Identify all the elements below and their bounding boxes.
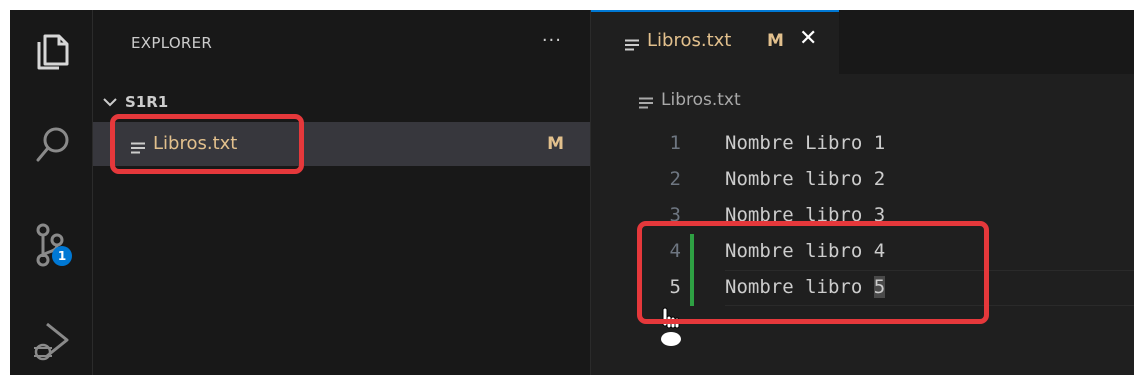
explorer-title: EXPLORER [131,34,213,52]
close-icon[interactable]: ✕ [799,28,817,50]
breadcrumb[interactable]: Libros.txt [639,90,741,110]
tab-bar: Libros.txt M ✕ [591,10,1134,74]
folder-s1r1[interactable]: S1R1 [103,90,168,114]
tab-label: Libros.txt [647,30,732,51]
code-line[interactable]: 1 Nombre Libro 1 [591,126,1134,162]
source-control-icon[interactable]: 1 [23,216,79,272]
activity-bar: 1 [10,10,92,375]
tab-libros[interactable]: Libros.txt M ✕ [591,10,839,74]
text-file-icon [639,94,653,109]
file-modified-status: M [547,134,564,154]
line-number: 3 [669,204,681,222]
code-line[interactable]: 2 Nombre libro 2 [591,162,1134,198]
search-icon[interactable] [23,118,79,174]
more-actions-button[interactable]: ··· [542,30,562,51]
line-text: Nombre libro 3 [725,204,886,222]
vscode-window: 1 EXPLORER ··· S1R1 Libros.txt M Libros.… [10,10,1134,375]
files-icon[interactable] [23,20,79,76]
chevron-down-icon [103,93,117,111]
tab-modified-status: M [767,31,784,51]
breadcrumb-file: Libros.txt [661,90,741,110]
highlight-file-item [110,114,304,174]
source-control-badge: 1 [52,246,72,266]
text-file-icon [625,35,639,50]
highlight-new-lines [637,221,989,324]
line-text: Nombre libro 2 [725,168,886,190]
explorer-sidebar: EXPLORER ··· S1R1 Libros.txt M [92,10,590,375]
line-number: 2 [669,168,681,190]
line-text: Nombre Libro 1 [725,132,886,154]
folder-label: S1R1 [125,93,169,111]
run-debug-icon[interactable] [23,310,79,366]
code-line[interactable]: 3 Nombre libro 3 [591,198,1134,222]
line-number: 1 [669,132,681,154]
